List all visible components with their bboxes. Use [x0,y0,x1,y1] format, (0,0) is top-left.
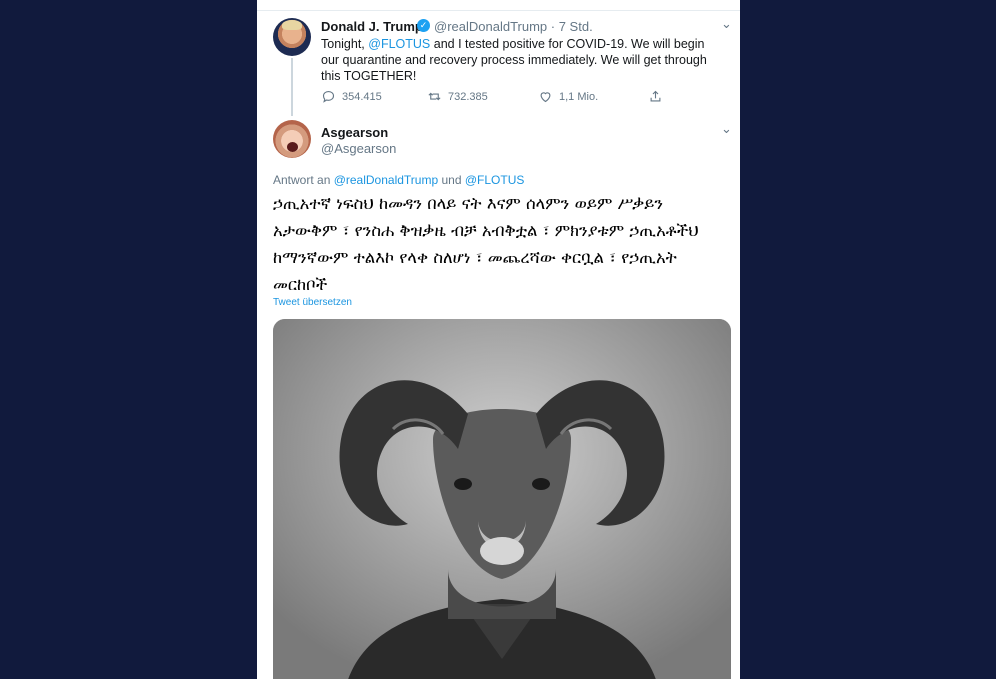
retweet-icon [428,92,441,101]
tweet-text: ኃጢአተኛ ነፍስህ ከመዳን በላይ ናት እናም ሰላምን ወይም ሥቃይን… [273,194,699,294]
reply-context: Antwort an @realDonaldTrump und @FLOTUS [273,173,524,187]
tweet-author-name[interactable]: Donald J. Trump [321,19,423,34]
timestamp[interactable]: 7 Std. [559,19,593,34]
reply-button[interactable]: 354.415 [321,89,382,104]
like-button[interactable]: 1,1 Mio. [538,89,598,104]
avatar[interactable] [273,120,311,158]
handle-text: @realDonaldTrump [434,19,548,34]
chevron-down-icon[interactable]: ⌄ [721,121,732,137]
chevron-down-icon[interactable]: ⌄ [721,16,732,32]
separator: · [547,19,559,34]
reply-icon [322,90,335,103]
mention-link[interactable]: @realDonaldTrump [334,173,438,187]
tweet-author-handle[interactable]: @realDonaldTrump · 7 Std. [434,19,593,34]
tweet-author-name[interactable]: Asgearson [321,125,388,140]
retweet-count: 732.385 [448,90,488,103]
avatar-mouth [287,142,298,152]
tweet-author-handle[interactable]: @Asgearson [321,141,396,156]
share-icon [650,90,661,102]
heart-icon [540,92,551,103]
tweet-media-image[interactable] [273,319,731,679]
verified-badge-icon: ✓ [417,19,430,32]
mention-link[interactable]: @FLOTUS [465,173,525,187]
translate-link[interactable]: Tweet übersetzen [273,297,352,308]
ram-figure-illustration [273,319,731,679]
divider [257,0,740,11]
reply-conjunction: und [438,173,465,187]
tweet-text: Tonight, @FLOTUS and I tested positive f… [321,36,721,84]
tweet-text-part: Tonight, [321,37,369,51]
avatar[interactable] [273,18,311,56]
reply-prefix: Antwort an [273,173,334,187]
reply-count: 354.415 [342,90,382,103]
share-button[interactable] [648,89,663,104]
tweet-actions: 354.415 732.385 1,1 Mio. [321,89,671,105]
thread-line [291,58,293,116]
like-count: 1,1 Mio. [559,90,599,103]
retweet-button[interactable]: 732.385 [427,89,488,104]
tweet-panel: Donald J. Trump ✓ @realDonaldTrump · 7 S… [257,0,740,679]
mention-link[interactable]: @FLOTUS [368,37,430,51]
